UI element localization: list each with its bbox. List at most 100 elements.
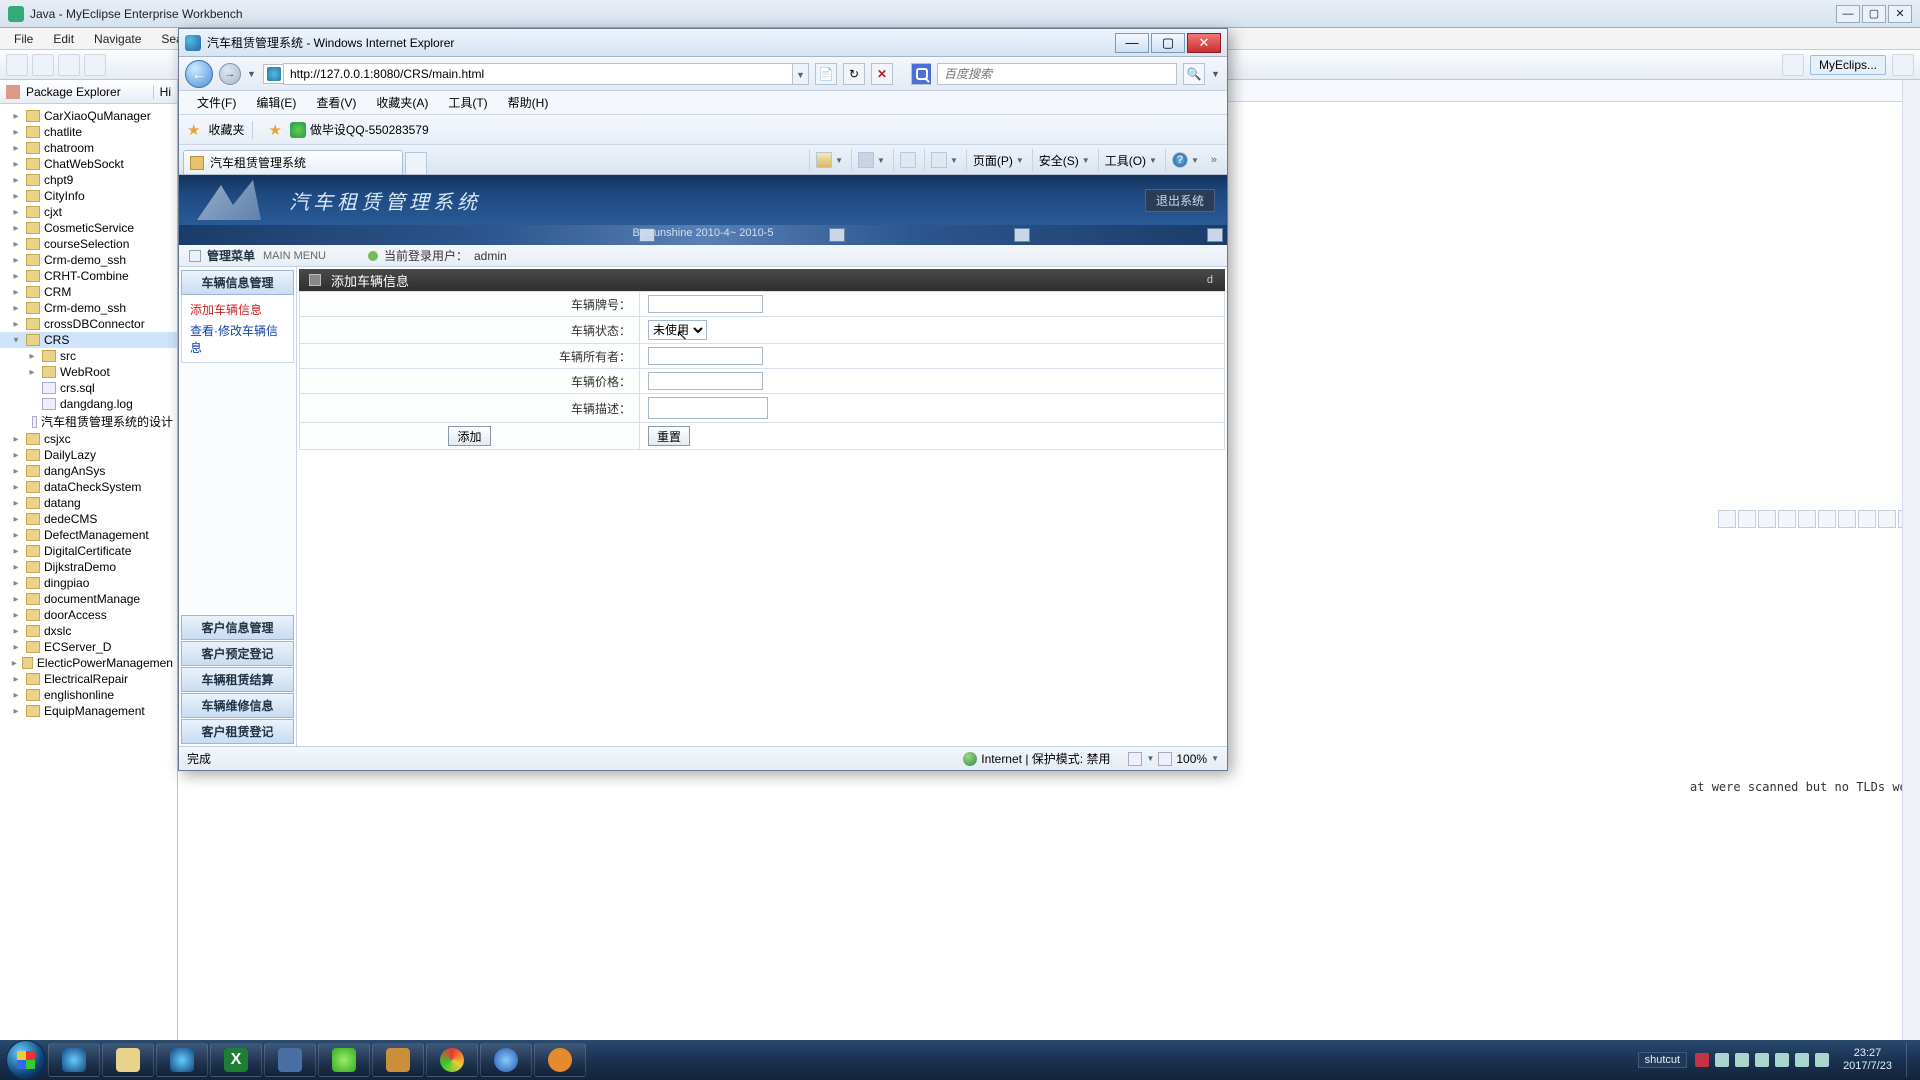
new-tab-button[interactable] xyxy=(405,152,427,174)
tray-icon[interactable] xyxy=(1755,1053,1769,1067)
favorites-label[interactable]: 收藏夹 xyxy=(208,121,244,138)
taskbar-ie[interactable] xyxy=(48,1043,100,1077)
tray-icon[interactable] xyxy=(1775,1053,1789,1067)
ie-tab[interactable]: 汽车租赁管理系统 xyxy=(183,150,403,174)
menu-edit[interactable]: Edit xyxy=(45,30,82,48)
address-bar[interactable] xyxy=(283,63,793,85)
cmd-home[interactable]: ▼ xyxy=(809,149,849,171)
taskbar-excel[interactable]: X xyxy=(210,1043,262,1077)
view-toolbar-button[interactable] xyxy=(1758,510,1776,528)
cmd-help[interactable]: ?▼ xyxy=(1165,149,1205,171)
project-node[interactable]: ▸CRHT-Combine xyxy=(0,268,177,284)
taskbar-app[interactable] xyxy=(372,1043,424,1077)
view-toolbar-button[interactable] xyxy=(1798,510,1816,528)
project-node[interactable]: ▸WebRoot xyxy=(0,364,177,380)
search-input[interactable] xyxy=(937,63,1177,85)
taskbar-everything[interactable] xyxy=(534,1043,586,1077)
add-favorite-icon[interactable]: ★ xyxy=(268,121,281,139)
project-node[interactable]: ▸ChatWebSockt xyxy=(0,156,177,172)
project-node[interactable]: ▸src xyxy=(0,348,177,364)
back-button[interactable]: ← xyxy=(185,60,213,88)
protected-mode-icon[interactable] xyxy=(1128,752,1142,766)
project-node[interactable]: 汽车租赁管理系统的设计 xyxy=(0,412,177,431)
project-node[interactable]: ▸Crm-demo_ssh xyxy=(0,252,177,268)
view-toolbar-button[interactable] xyxy=(1718,510,1736,528)
toolbar-button[interactable] xyxy=(32,54,54,76)
menu-item-add-vehicle[interactable]: 添加车辆信息 xyxy=(182,299,293,320)
ie-close-button[interactable]: ✕ xyxy=(1187,33,1221,53)
project-node[interactable]: ▸chatroom xyxy=(0,140,177,156)
taskbar-clock[interactable]: 23:27 2017/7/23 xyxy=(1837,1047,1898,1073)
taskbar-chrome[interactable] xyxy=(426,1043,478,1077)
cmd-overflow[interactable]: » xyxy=(1207,154,1221,166)
start-button[interactable] xyxy=(6,1040,46,1080)
menu-navigate[interactable]: Navigate xyxy=(86,30,149,48)
view-toolbar-button[interactable] xyxy=(1738,510,1756,528)
project-node[interactable]: ▸datang xyxy=(0,495,177,511)
toolbar-button[interactable] xyxy=(84,54,106,76)
search-go-button[interactable]: 🔍 xyxy=(1183,63,1205,85)
vertical-scrollbar[interactable] xyxy=(1902,80,1920,1040)
project-node[interactable]: dangdang.log xyxy=(0,396,177,412)
eclipse-minimize-button[interactable]: — xyxy=(1836,5,1860,23)
menu-section-rental-settlement[interactable]: 车辆租赁结算 xyxy=(181,667,294,692)
project-node[interactable]: ▸DailyLazy xyxy=(0,447,177,463)
project-node[interactable]: ▸DigitalCertificate xyxy=(0,543,177,559)
input-plate[interactable] xyxy=(648,295,763,313)
project-node[interactable]: crs.sql xyxy=(0,380,177,396)
project-node[interactable]: ▸CarXiaoQuManager xyxy=(0,108,177,124)
view-toolbar-button[interactable] xyxy=(1878,510,1896,528)
cmd-tools[interactable]: 工具(O)▼ xyxy=(1098,149,1163,171)
project-node[interactable]: ▸dedeCMS xyxy=(0,511,177,527)
cmd-safety[interactable]: 安全(S)▼ xyxy=(1032,149,1096,171)
zoom-icon[interactable] xyxy=(1158,752,1172,766)
taskbar-app[interactable] xyxy=(318,1043,370,1077)
project-node[interactable]: ▸dataCheckSystem xyxy=(0,479,177,495)
project-node[interactable]: ▾CRS xyxy=(0,332,177,348)
taskbar-app[interactable] xyxy=(264,1043,316,1077)
ie-menu-tools[interactable]: 工具(T) xyxy=(440,92,495,113)
tray-volume-icon[interactable] xyxy=(1815,1053,1829,1067)
tray-icon[interactable] xyxy=(1695,1053,1709,1067)
project-node[interactable]: ▸ElecticPowerManagemen xyxy=(0,655,177,671)
logout-button[interactable]: 退出系统 xyxy=(1145,189,1215,212)
ie-menu-edit[interactable]: 编辑(E) xyxy=(248,92,304,113)
compat-view-button[interactable]: 📄 xyxy=(815,63,837,85)
menu-item-view-edit-vehicle[interactable]: 查看·修改车辆信息 xyxy=(182,320,293,358)
perspective-other[interactable] xyxy=(1892,54,1914,76)
ie-maximize-button[interactable]: ▢ xyxy=(1151,33,1185,53)
perspective-myeclipse[interactable]: MyEclips... xyxy=(1810,55,1886,75)
search-provider-icon[interactable] xyxy=(911,63,931,85)
project-node[interactable]: ▸csjxc xyxy=(0,431,177,447)
menu-section-maintenance[interactable]: 车辆维修信息 xyxy=(181,693,294,718)
add-button[interactable]: 添加 xyxy=(448,426,490,446)
tray-up-icon[interactable]: ▲ xyxy=(1715,1053,1729,1067)
view-toolbar-button[interactable] xyxy=(1838,510,1856,528)
eclipse-maximize-button[interactable]: ▢ xyxy=(1862,5,1886,23)
ie-menu-file[interactable]: 文件(F) xyxy=(189,92,244,113)
project-node[interactable]: ▸chpt9 xyxy=(0,172,177,188)
stop-button[interactable]: ✕ xyxy=(871,63,893,85)
project-node[interactable]: ▸doorAccess xyxy=(0,607,177,623)
menu-section-vehicle-info[interactable]: 车辆信息管理 xyxy=(181,270,294,295)
ie-minimize-button[interactable]: — xyxy=(1115,33,1149,53)
project-node[interactable]: ▸Crm-demo_ssh xyxy=(0,300,177,316)
forward-button[interactable]: → xyxy=(219,63,241,85)
project-node[interactable]: ▸DijkstraDemo xyxy=(0,559,177,575)
view-toolbar-button[interactable] xyxy=(1778,510,1796,528)
tab-hierarchy[interactable]: Hi xyxy=(153,85,171,99)
show-desktop-button[interactable] xyxy=(1906,1043,1914,1077)
address-dropdown[interactable]: ▼ xyxy=(793,63,809,85)
input-owner[interactable] xyxy=(648,347,763,365)
project-node[interactable]: ▸CosmeticService xyxy=(0,220,177,236)
view-toolbar-button[interactable] xyxy=(1818,510,1836,528)
favorite-link[interactable]: 做毕设QQ-550283579 xyxy=(290,121,429,138)
project-node[interactable]: ▸crossDBConnector xyxy=(0,316,177,332)
taskbar-app[interactable] xyxy=(480,1043,532,1077)
cmd-page[interactable]: 页面(P)▼ xyxy=(966,149,1030,171)
package-tree[interactable]: ▸CarXiaoQuManager▸chatlite▸chatroom▸Chat… xyxy=(0,104,177,1040)
toolbar-button[interactable] xyxy=(6,54,28,76)
ie-menu-help[interactable]: 帮助(H) xyxy=(500,92,557,113)
ie-menu-view[interactable]: 查看(V) xyxy=(308,92,364,113)
reset-button[interactable]: 重置 xyxy=(648,426,690,446)
